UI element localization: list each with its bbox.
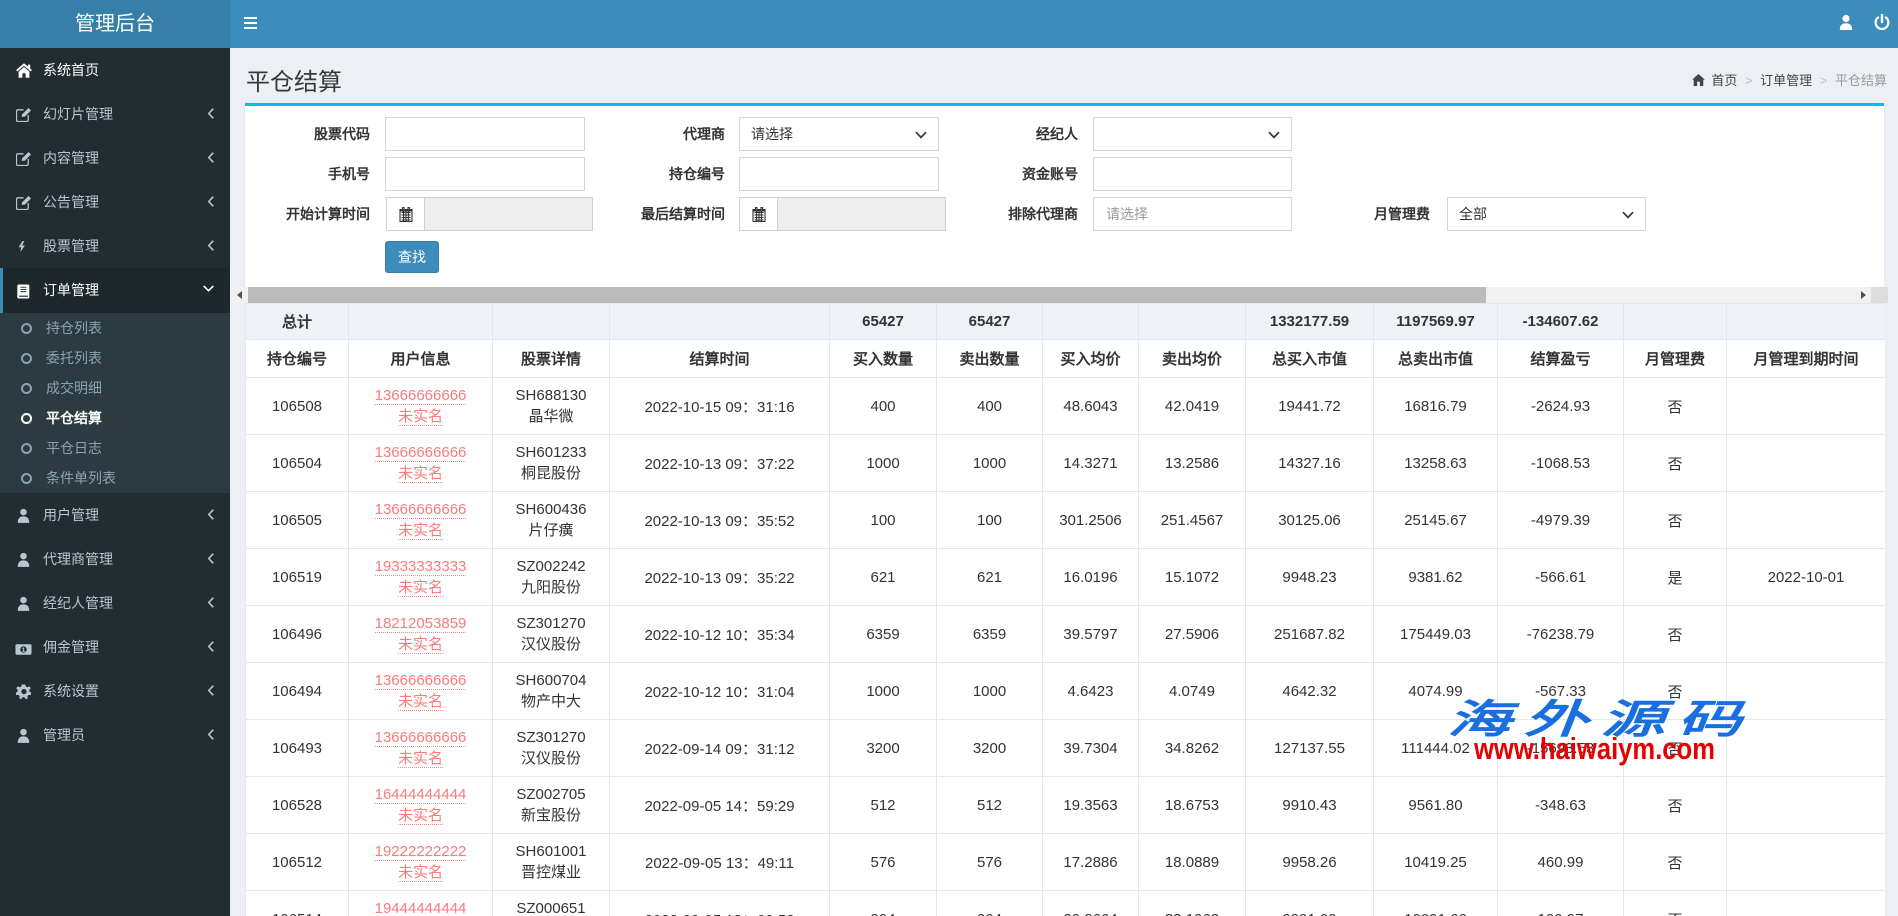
svg-text:1: 1 — [22, 647, 26, 654]
